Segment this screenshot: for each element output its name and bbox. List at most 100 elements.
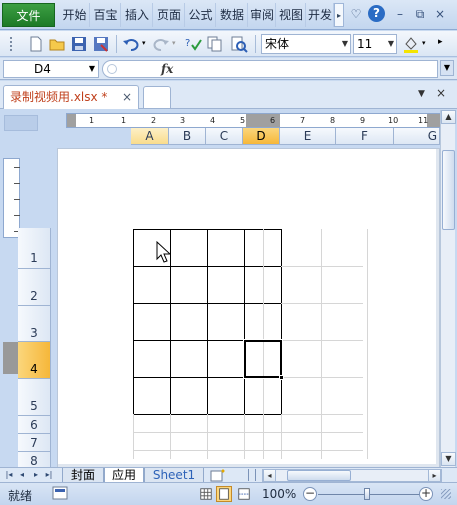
tab-data[interactable]: 数据: [217, 3, 248, 27]
document-tab[interactable]: 录制视频用.xlsx * ×: [3, 85, 139, 109]
column-header-g[interactable]: G: [394, 128, 440, 145]
tab-page-layout[interactable]: 页面: [154, 3, 185, 27]
close-window-icon[interactable]: ×: [432, 6, 448, 22]
zoom-slider-thumb[interactable]: [364, 488, 370, 500]
vertical-scroll-thumb[interactable]: [442, 150, 455, 230]
redo-dropdown-icon[interactable]: ▾: [172, 39, 176, 47]
table-cell[interactable]: [207, 229, 245, 267]
row-header-1[interactable]: 1: [18, 228, 51, 269]
sheet-tab-cover[interactable]: 封面: [62, 468, 104, 483]
save-as-icon[interactable]: [92, 35, 110, 53]
row-header-2[interactable]: 2: [18, 269, 51, 306]
column-header-f[interactable]: F: [336, 128, 394, 145]
expand-formula-bar-icon[interactable]: ▼: [440, 60, 454, 76]
next-sheet-icon[interactable]: ▸: [30, 468, 42, 482]
page-break-view-icon[interactable]: [236, 486, 252, 502]
minimize-window-icon[interactable]: –: [392, 6, 408, 22]
zoom-slider[interactable]: [318, 494, 422, 495]
tab-developer[interactable]: 开发: [307, 3, 334, 27]
previous-sheet-icon[interactable]: ◂: [16, 468, 28, 482]
tab-view[interactable]: 视图: [277, 3, 306, 27]
zoom-in-icon[interactable]: +: [419, 487, 433, 501]
table-cell[interactable]: [170, 377, 208, 415]
row-header-7[interactable]: 7: [18, 434, 51, 452]
tab-home[interactable]: 开始: [60, 3, 90, 27]
print-preview-icon[interactable]: [230, 35, 248, 53]
new-document-tab[interactable]: [143, 86, 171, 109]
name-box[interactable]: D4 ▼: [3, 60, 99, 78]
scroll-down-icon[interactable]: ▼: [441, 452, 456, 466]
row-header-6[interactable]: 6: [18, 416, 51, 434]
row-header-4[interactable]: 4: [18, 342, 51, 379]
normal-view-icon[interactable]: [198, 486, 214, 502]
save-icon[interactable]: [70, 35, 88, 53]
redo-icon[interactable]: [152, 35, 170, 53]
first-sheet-icon[interactable]: |◂: [3, 468, 15, 482]
restore-window-icon[interactable]: ⧉: [412, 6, 428, 22]
close-document-icon[interactable]: ×: [122, 86, 132, 108]
spell-check-icon[interactable]: ?: [184, 35, 202, 53]
minimize-ribbon-icon[interactable]: ♡: [348, 6, 364, 22]
column-header-b[interactable]: B: [169, 128, 206, 145]
table-cell[interactable]: [133, 303, 171, 341]
column-header-d[interactable]: D: [243, 128, 280, 145]
undo-dropdown-icon[interactable]: ▾: [142, 39, 146, 47]
formula-input[interactable]: fx: [102, 60, 438, 78]
table-cell[interactable]: [207, 340, 245, 378]
zoom-out-icon[interactable]: −: [303, 487, 317, 501]
scroll-right-icon[interactable]: ▸: [428, 469, 441, 482]
sheet-tab-sheet1[interactable]: Sheet1: [144, 468, 204, 483]
row-header-3[interactable]: 3: [18, 306, 51, 342]
horizontal-scrollbar[interactable]: ◂ ▸: [262, 469, 442, 482]
undo-icon[interactable]: [122, 35, 140, 53]
tab-insert[interactable]: 插入: [122, 3, 153, 27]
copy-format-icon[interactable]: [206, 35, 224, 53]
font-name-select[interactable]: 宋体 ▼: [261, 34, 351, 54]
sheet-tab-app[interactable]: 应用: [104, 468, 144, 483]
insert-sheet-icon[interactable]: [210, 469, 226, 482]
table-cell[interactable]: [133, 377, 171, 415]
column-header-c[interactable]: C: [206, 128, 243, 145]
tab-baibao[interactable]: 百宝: [91, 3, 121, 27]
insert-function-icon[interactable]: fx: [161, 61, 173, 77]
table-cell[interactable]: [170, 229, 208, 267]
zoom-level[interactable]: 100%: [262, 487, 296, 501]
table-cell[interactable]: [170, 266, 208, 304]
table-cell[interactable]: [207, 266, 245, 304]
fill-color-dropdown-icon[interactable]: ▾: [422, 39, 426, 47]
active-cell[interactable]: [243, 339, 283, 379]
table-cell[interactable]: [170, 340, 208, 378]
font-size-select[interactable]: 11 ▼: [353, 34, 397, 54]
column-header-e[interactable]: E: [280, 128, 336, 145]
table-cell[interactable]: [207, 303, 245, 341]
help-icon[interactable]: ?: [368, 5, 385, 22]
table-cell[interactable]: [207, 377, 245, 415]
scroll-left-icon[interactable]: ◂: [263, 469, 276, 482]
select-all-button[interactable]: [4, 115, 38, 131]
table-cell[interactable]: [170, 303, 208, 341]
new-file-icon[interactable]: [27, 35, 45, 53]
horizontal-scroll-thumb[interactable]: [287, 470, 351, 481]
tab-split-handle[interactable]: [248, 469, 256, 481]
column-header-a[interactable]: A: [131, 128, 169, 145]
file-tab[interactable]: 文件: [2, 3, 55, 27]
open-folder-icon[interactable]: [48, 35, 66, 53]
document-list-dropdown-icon[interactable]: ▼: [418, 89, 425, 99]
chevron-down-icon: ▼: [387, 39, 394, 48]
toolbar-overflow-icon[interactable]: ▸: [438, 37, 443, 47]
page-layout-view-icon[interactable]: [216, 486, 232, 502]
row-header-5[interactable]: 5: [18, 379, 51, 416]
tab-review[interactable]: 审阅: [249, 3, 276, 27]
table-cell[interactable]: [133, 266, 171, 304]
fill-color-icon[interactable]: [402, 35, 420, 53]
vertical-scrollbar[interactable]: ▲ ▼: [440, 110, 456, 467]
fill-handle[interactable]: [279, 375, 284, 380]
resize-grip-icon[interactable]: [441, 489, 451, 499]
macro-record-icon[interactable]: [52, 486, 68, 501]
close-icon[interactable]: ×: [436, 86, 446, 100]
scroll-up-icon[interactable]: ▲: [441, 110, 456, 124]
tab-formulas[interactable]: 公式: [186, 3, 216, 27]
table-cell[interactable]: [133, 340, 171, 378]
last-sheet-icon[interactable]: ▸|: [43, 468, 55, 482]
tab-scroll-right-icon[interactable]: ▸: [334, 3, 344, 27]
